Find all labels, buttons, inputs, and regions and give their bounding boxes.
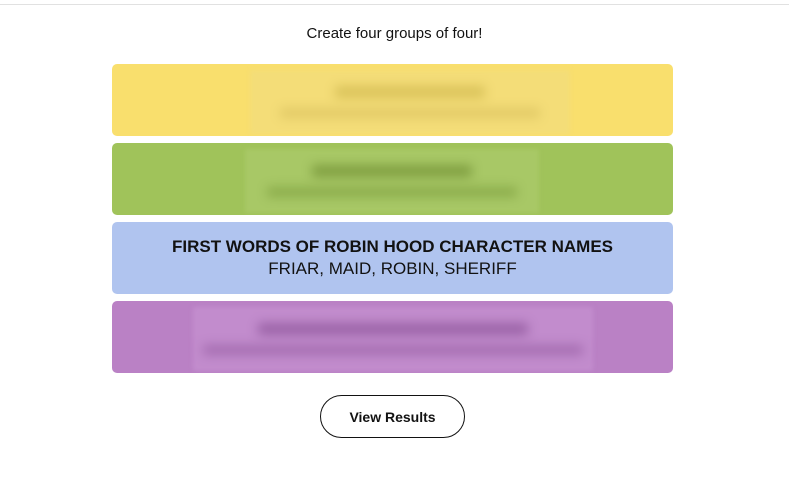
group-card-green [112,143,673,215]
blurred-answer [250,70,570,134]
solved-groups-list: FIRST WORDS OF ROBIN HOOD CHARACTER NAME… [112,64,673,380]
group-card-blue: FIRST WORDS OF ROBIN HOOD CHARACTER NAME… [112,222,673,294]
group-members: FRIAR, MAID, ROBIN, SHERIFF [268,259,517,278]
group-card-yellow [112,64,673,136]
group-title: FIRST WORDS OF ROBIN HOOD CHARACTER NAME… [171,237,614,256]
group-card-purple [112,301,673,373]
instructions-text: Create four groups of four! [306,25,483,42]
connections-results-page: Create four groups of four! FIRST WORDS … [0,0,789,482]
blurred-answer [245,149,539,213]
view-results-button[interactable]: View Results [320,395,465,438]
blurred-answer [193,307,593,371]
top-divider [0,4,789,5]
